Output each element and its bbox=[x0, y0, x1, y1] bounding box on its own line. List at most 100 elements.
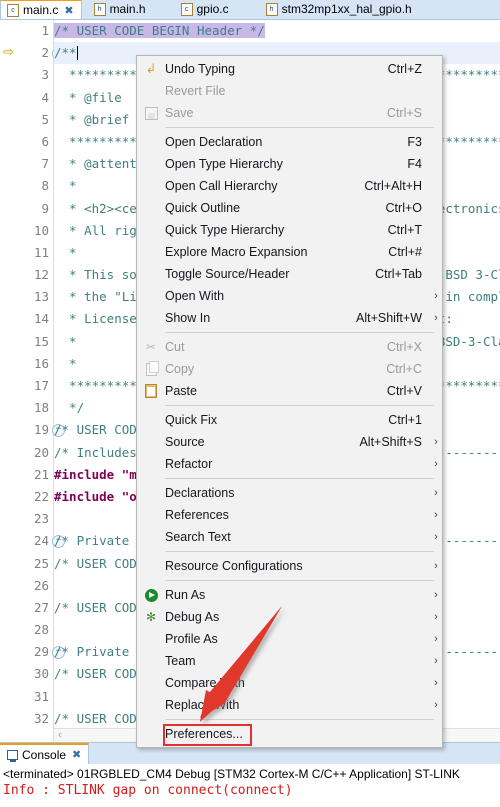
code-line[interactable]: /* USER CODE BEGIN Header */ bbox=[54, 20, 500, 42]
menu-item-open-call-hierarchy[interactable]: Open Call Hierarchy Ctrl+Alt+H bbox=[137, 175, 442, 197]
eclipse-ide-window: c main.c ✖ h main.h c gpio.c h stm32mp1x… bbox=[0, 0, 500, 807]
editor-tab-gpio-c[interactable]: c gpio.c bbox=[175, 0, 236, 19]
menu-separator bbox=[165, 551, 434, 552]
menu-item-accelerator: Ctrl+X bbox=[386, 340, 422, 354]
menu-item-show-in[interactable]: Show In Alt+Shift+W › bbox=[137, 307, 442, 329]
line-number: 23 bbox=[33, 511, 49, 527]
menu-item-debug-as[interactable]: ✻ Debug As › bbox=[137, 606, 442, 628]
menu-item-quick-fix[interactable]: Quick Fix Ctrl+1 bbox=[137, 409, 442, 431]
menu-item-declarations[interactable]: Declarations › bbox=[137, 482, 442, 504]
menu-item-accelerator: Ctrl+Alt+H bbox=[364, 179, 422, 193]
menu-item-undo-typing[interactable]: ↲ Undo Typing Ctrl+Z bbox=[137, 58, 442, 80]
menu-item-label: Refactor bbox=[165, 457, 213, 471]
menu-item-label: Source bbox=[165, 435, 205, 449]
editor-tab-main-h[interactable]: h main.h bbox=[88, 0, 153, 19]
h-file-icon: h bbox=[265, 2, 278, 16]
h-file-icon: h bbox=[93, 2, 106, 16]
menu-item-profile-as[interactable]: Profile As › bbox=[137, 628, 442, 650]
menu-item-cut: ✂ Cut Ctrl+X bbox=[137, 336, 442, 358]
line-number: 31 bbox=[33, 688, 49, 704]
console-log-line: Info : STLINK gap on connect(connect) bbox=[3, 783, 293, 798]
line-number: 12 bbox=[33, 267, 49, 283]
menu-item-accelerator: Ctrl+V bbox=[386, 384, 422, 398]
menu-item-refactor[interactable]: Refactor › bbox=[137, 453, 442, 475]
menu-item-resource-configurations[interactable]: Resource Configurations › bbox=[137, 555, 442, 577]
text-caret bbox=[76, 46, 78, 61]
menu-item-replace-with[interactable]: Replace With › bbox=[137, 694, 442, 716]
menu-item-label: Compare With bbox=[165, 676, 245, 690]
console-tab[interactable]: Console ✖ bbox=[0, 743, 90, 764]
console-output[interactable]: <terminated> 01RGBLED_CM4 Debug [STM32 C… bbox=[0, 764, 500, 798]
editor-tab-bar: c main.c ✖ h main.h c gpio.c h stm32mp1x… bbox=[0, 0, 500, 20]
menu-item-label: Explore Macro Expansion bbox=[165, 245, 308, 259]
menu-item-label: Open With bbox=[165, 289, 225, 303]
line-number: 6 bbox=[41, 133, 49, 149]
scroll-left-icon[interactable]: ‹ bbox=[58, 729, 62, 741]
line-number: 2 bbox=[17, 42, 65, 64]
menu-item-label: Open Call Hierarchy bbox=[165, 179, 278, 193]
menu-item-label: Copy bbox=[165, 362, 195, 376]
menu-item-label: Revert File bbox=[165, 84, 226, 98]
menu-item-label: Quick Outline bbox=[165, 201, 241, 215]
line-number: 7 bbox=[41, 156, 49, 172]
menu-item-search-text[interactable]: Search Text › bbox=[137, 526, 442, 548]
menu-item-compare-with[interactable]: Compare With › bbox=[137, 672, 442, 694]
menu-item-accelerator: Ctrl+O bbox=[385, 201, 422, 215]
menu-item-quick-type-hierarchy[interactable]: Quick Type Hierarchy Ctrl+T bbox=[137, 219, 442, 241]
menu-item-open-declaration[interactable]: Open Declaration F3 bbox=[137, 131, 442, 153]
menu-item-label: Quick Fix bbox=[165, 413, 218, 427]
menu-item-accelerator: Alt+Shift+S bbox=[359, 435, 422, 449]
editor-tab-label: main.c bbox=[23, 3, 59, 17]
console-icon bbox=[7, 749, 18, 762]
code-line-text: * bbox=[54, 355, 77, 371]
menu-item-label: Run As bbox=[165, 588, 206, 602]
close-icon[interactable]: ✖ bbox=[72, 748, 81, 761]
line-number: 14 bbox=[33, 311, 49, 327]
code-line-text: * bbox=[54, 178, 77, 194]
menu-item-source[interactable]: Source Alt+Shift+S › bbox=[137, 431, 442, 453]
line-number: 1 bbox=[41, 23, 49, 38]
menu-item-quick-outline[interactable]: Quick Outline Ctrl+O bbox=[137, 197, 442, 219]
menu-item-save: Save Ctrl+S bbox=[137, 102, 442, 124]
editor-tab-main-c[interactable]: c main.c ✖ bbox=[0, 0, 82, 19]
line-number: 15 bbox=[33, 333, 49, 349]
code-line-text: /* USER CODE BEGIN Header */ bbox=[54, 23, 265, 38]
menu-item-team[interactable]: Team › bbox=[137, 650, 442, 672]
close-icon[interactable]: ✖ bbox=[64, 4, 73, 17]
menu-item-label: Paste bbox=[165, 384, 197, 398]
menu-item-references[interactable]: References › bbox=[137, 504, 442, 526]
chevron-right-icon: › bbox=[434, 312, 438, 324]
menu-item-accelerator: F3 bbox=[407, 135, 422, 149]
editor-context-menu[interactable]: ↲ Undo Typing Ctrl+Z Revert File Save Ctrl+S O… bbox=[136, 55, 443, 748]
paste-icon bbox=[145, 384, 157, 399]
menu-item-paste[interactable]: Paste Ctrl+V bbox=[137, 380, 442, 402]
menu-item-preferences[interactable]: Preferences... bbox=[137, 723, 442, 745]
save-icon bbox=[144, 106, 158, 120]
menu-item-open-type-hierarchy[interactable]: Open Type Hierarchy F4 bbox=[137, 153, 442, 175]
code-line-text: /** bbox=[54, 45, 77, 61]
chevron-right-icon: › bbox=[434, 589, 438, 601]
menu-item-accelerator: Ctrl+Tab bbox=[375, 267, 422, 281]
chevron-right-icon: › bbox=[434, 458, 438, 470]
cut-icon-slot: ✂ bbox=[137, 340, 165, 355]
menu-item-label: Resource Configurations bbox=[165, 559, 303, 573]
menu-item-explore-macro-expansion[interactable]: Explore Macro Expansion Ctrl+# bbox=[137, 241, 442, 263]
menu-item-toggle-source-header[interactable]: Toggle Source/Header Ctrl+Tab bbox=[137, 263, 442, 285]
menu-item-run-as[interactable]: Run As › bbox=[137, 584, 442, 606]
line-number-ruler: 1234567891011121314151617181920212223242… bbox=[17, 20, 65, 743]
menu-item-label: Save bbox=[165, 106, 194, 120]
menu-item-label: Declarations bbox=[165, 486, 235, 500]
line-number: 5 bbox=[41, 111, 49, 127]
line-number: 19 bbox=[17, 419, 65, 441]
line-number: 11 bbox=[33, 244, 49, 260]
menu-item-label: Cut bbox=[165, 340, 185, 354]
menu-item-label: Open Declaration bbox=[165, 135, 263, 149]
menu-item-accelerator: Ctrl+S bbox=[386, 106, 422, 120]
editor-tab-stm32mp1xx-hal-gpio-h[interactable]: h stm32mp1xx_hal_gpio.h bbox=[260, 0, 419, 19]
chevron-right-icon: › bbox=[434, 677, 438, 689]
menu-item-label: Search Text bbox=[165, 530, 231, 544]
marker-bar[interactable]: ⇨ bbox=[0, 20, 18, 743]
editor-tab-label: stm32mp1xx_hal_gpio.h bbox=[281, 2, 412, 16]
menu-item-label: Toggle Source/Header bbox=[165, 267, 290, 281]
menu-item-open-with[interactable]: Open With › bbox=[137, 285, 442, 307]
